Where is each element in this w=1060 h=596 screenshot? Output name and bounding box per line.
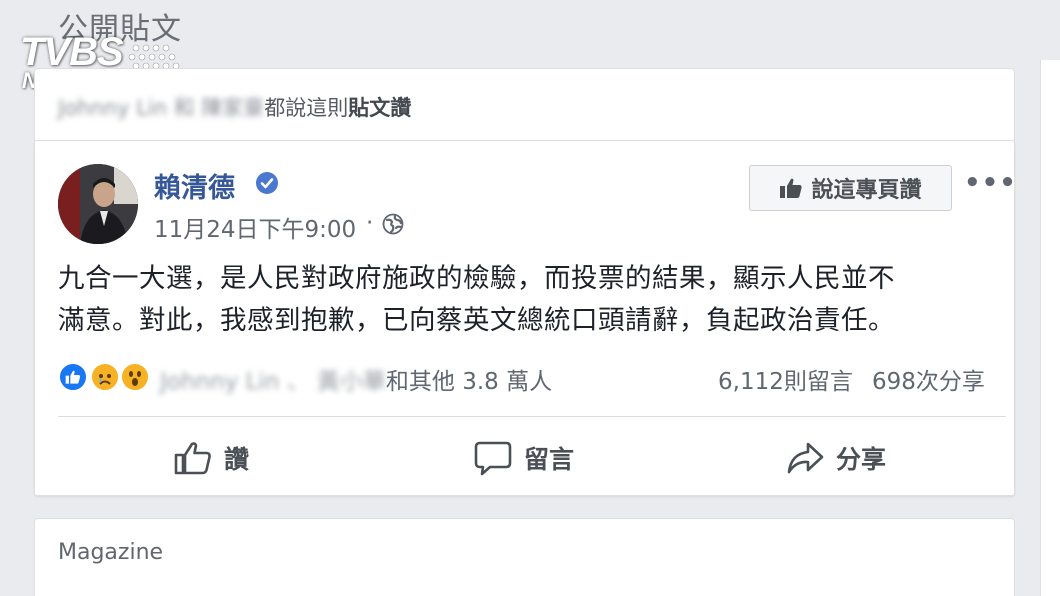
post-body: 九合一大選，是人民對政府施政的檢驗，而投票的結果，顯示人民並不 滿意。對此，我感… (58, 258, 988, 342)
sad-reaction-icon (90, 362, 120, 392)
post-timestamp[interactable]: 11月24日下午9:00 (154, 210, 356, 244)
thumbs-up-icon (780, 178, 803, 198)
share-arrow-icon (787, 442, 824, 474)
avatar-portrait-icon (58, 164, 138, 244)
comment-button[interactable]: 留言 (474, 436, 574, 480)
like-page-label: 說這專頁讚 (811, 178, 922, 203)
reaction-summary[interactable]: Johnny Lin 、 黃小華和其他 3.8 萬人 (160, 362, 552, 396)
comment-button-label: 留言 (524, 445, 575, 474)
like-page-button[interactable]: 說這專頁讚 (749, 165, 952, 211)
reaction-others: 和其他 3.8 萬人 (385, 369, 553, 395)
like-outline-icon (174, 442, 211, 475)
wow-reaction-icon (120, 362, 150, 392)
right-column-edge (1040, 60, 1060, 596)
like-reaction-icon (58, 362, 88, 392)
like-button-label: 讚 (224, 445, 250, 474)
like-context-names[interactable]: Johnny Lin 和 陳家豪 (58, 96, 264, 120)
post-text-line: 九合一大選，是人民對政府施政的檢驗，而投票的結果，顯示人民並不 (58, 263, 895, 294)
like-context-suffix: 都說這則 (264, 96, 349, 120)
verified-badge-icon (256, 172, 278, 194)
timestamp-separator: · (366, 210, 374, 236)
author-name[interactable]: 賴清德 (154, 166, 235, 205)
like-context-bold: 貼文讚 (348, 96, 412, 120)
more-options-button[interactable]: ••• (964, 168, 1017, 198)
like-button[interactable]: 讚 (174, 436, 249, 480)
share-button[interactable]: 分享 (786, 436, 886, 480)
magazine-card (34, 518, 1015, 596)
shares-count[interactable]: 698次分享 (872, 362, 985, 396)
post-text-line: 滿意。對此，我感到抱歉，已向蔡英文總統口頭請辭，負起政治責任。 (58, 305, 895, 336)
like-context-text: Johnny Lin 和 陳家豪都說這則貼文讚 (58, 92, 411, 122)
author-avatar[interactable] (58, 164, 138, 244)
magazine-label[interactable]: Magazine (58, 540, 163, 565)
comments-count[interactable]: 6,112則留言 (718, 362, 853, 396)
actions-divider (58, 416, 1006, 417)
reaction-blurred-names: Johnny Lin 、 黃小華 (160, 369, 386, 395)
share-button-label: 分享 (836, 445, 887, 474)
reaction-icons[interactable] (58, 362, 150, 394)
comment-icon (474, 441, 512, 476)
globe-icon[interactable] (382, 213, 404, 235)
